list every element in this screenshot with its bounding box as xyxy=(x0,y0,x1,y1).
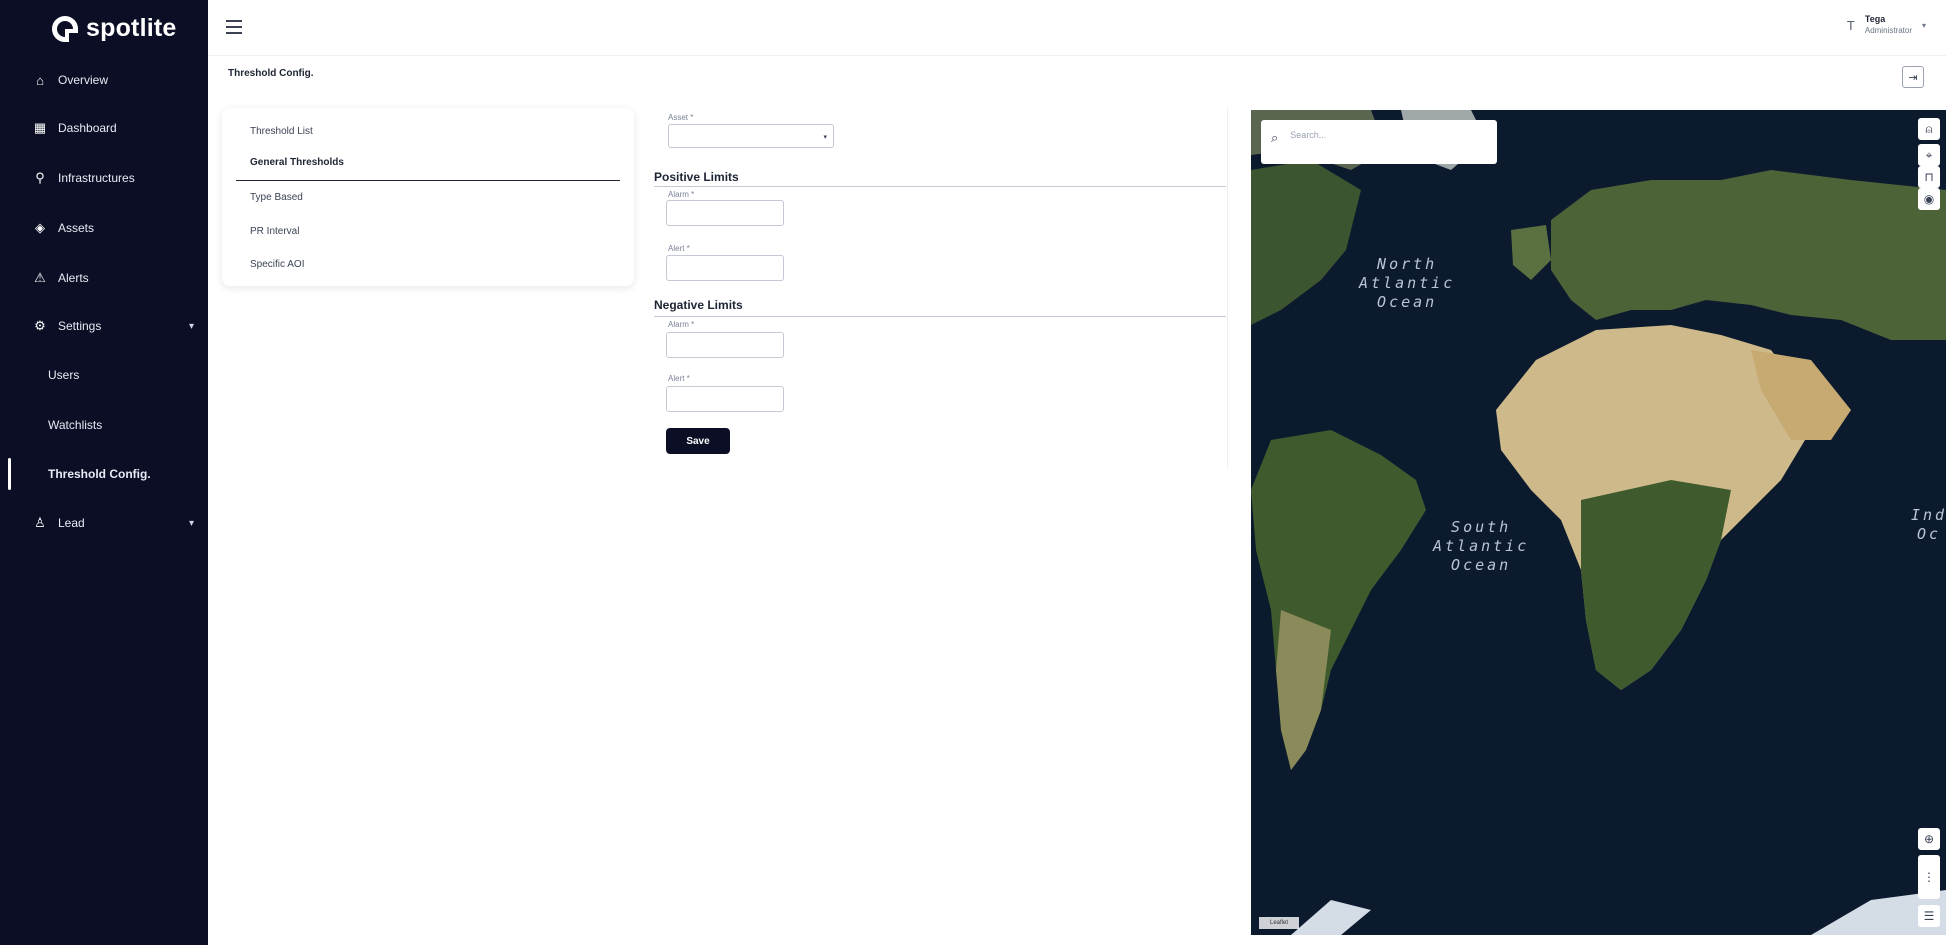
general-threshold-form: Asset * ▾ Positive Limits Alarm * Alert … xyxy=(652,108,1228,468)
network-icon: ⚲ xyxy=(35,170,45,185)
search-icon: ⌕ xyxy=(1271,130,1279,145)
sidebar-item-settings[interactable]: ⚙ Settings ▾ xyxy=(0,306,208,346)
sidebar-item-label: Lead xyxy=(58,516,85,530)
user-avatar: T xyxy=(1846,17,1855,33)
chevron-down-icon: ▾ xyxy=(1921,20,1926,30)
sidebar-item-label: Users xyxy=(48,368,80,382)
sidebar-item-users[interactable]: Users xyxy=(0,355,208,395)
sidebar-item-label: Overview xyxy=(58,73,109,87)
sidebar-item-assets[interactable]: ◈ Assets xyxy=(0,208,208,248)
bookmark-icon[interactable]: ⊓ xyxy=(1918,166,1940,188)
layers-icon[interactable]: ⊕ xyxy=(1918,828,1940,850)
sidebar-item-label: Settings xyxy=(58,319,102,333)
spotlite-logo-icon xyxy=(52,15,78,42)
sidebar-item-threshold-config[interactable]: Threshold Config. xyxy=(0,454,208,494)
zoom-control[interactable]: ⋮ xyxy=(1918,855,1940,899)
satellite-map[interactable]: ⌕ Search... ⍝ ⌖ ⊓ ◉ ⊕ ⋮ ☰ North Atlantic… xyxy=(1251,110,1946,935)
map-attribution[interactable]: Leaflet xyxy=(1259,917,1299,929)
sidebar-item-label: Watchlists xyxy=(48,418,103,432)
negative-alarm-input[interactable] xyxy=(666,332,784,358)
negative-limits-title: Negative Limits xyxy=(654,298,743,312)
threshold-tab-pr-interval[interactable]: PR Interval xyxy=(250,226,299,237)
sidebar-item-label: Infrastructures xyxy=(58,171,135,185)
chevron-down-icon: ▾ xyxy=(188,320,194,332)
sidebar-item-alerts[interactable]: ⚠ Alerts xyxy=(0,258,208,298)
ocean-label-indian: Ind Oc xyxy=(1911,506,1946,543)
sidebar-item-label: Dashboard xyxy=(58,121,117,135)
locate-crosshair-icon[interactable]: ⌖ xyxy=(1918,144,1940,166)
dropdown-arrow-icon: ▾ xyxy=(823,134,827,141)
positive-limits-title: Positive Limits xyxy=(654,170,739,184)
top-bar: T Tega Administrator ▾ xyxy=(208,0,1946,56)
save-button[interactable]: Save xyxy=(666,428,730,454)
collapse-panel-button[interactable]: ⇥ xyxy=(1902,66,1924,88)
sidebar-item-watchlists[interactable]: Watchlists xyxy=(0,405,208,445)
positive-alert-input[interactable] xyxy=(666,255,784,281)
warning-icon: ⚠ xyxy=(34,270,46,285)
threshold-tab-type-based[interactable]: Type Based xyxy=(250,192,303,203)
sidebar-item-lead[interactable]: ♙ Lead ▾ xyxy=(0,503,208,543)
negative-alert-label: Alert * xyxy=(668,374,690,383)
collapse-icon: ⇥ xyxy=(1908,71,1918,84)
user-role: Administrator xyxy=(1864,26,1912,35)
chevron-down-icon: ▾ xyxy=(188,517,194,529)
pin-icon[interactable]: ◉ xyxy=(1918,188,1940,210)
shield-icon: ◈ xyxy=(35,220,45,235)
map-search-box[interactable]: ⌕ Search... xyxy=(1261,120,1497,164)
sidebar-item-infrastructures[interactable]: ⚲ Infrastructures xyxy=(0,158,208,198)
sidebar-item-label: Assets xyxy=(58,221,95,235)
brand-name: spotlite xyxy=(86,14,177,42)
threshold-tab-general[interactable]: General Thresholds xyxy=(250,157,344,168)
divider xyxy=(654,316,1226,317)
asset-label: Asset * xyxy=(668,113,694,122)
sidebar: spotlite ⌂ Overview ▦ Dashboard ⚲ Infras… xyxy=(0,0,208,945)
positive-alert-label: Alert * xyxy=(668,244,690,253)
positive-alarm-input[interactable] xyxy=(666,200,784,226)
gear-icon: ⚙ xyxy=(34,318,46,333)
map-search-input[interactable]: Search... xyxy=(1290,130,1326,140)
divider xyxy=(654,186,1226,187)
sidebar-item-dashboard[interactable]: ▦ Dashboard xyxy=(0,108,208,148)
asset-select[interactable]: ▾ xyxy=(668,124,834,148)
map-terrain xyxy=(1251,110,1946,935)
sidebar-item-label: Threshold Config. xyxy=(48,467,151,481)
threshold-tab-list[interactable]: Threshold List xyxy=(250,126,313,137)
threshold-nav-card: Threshold List General Thresholds Type B… xyxy=(222,108,634,286)
threshold-tab-specific-aoi[interactable]: Specific AOI xyxy=(250,259,304,270)
negative-alert-input[interactable] xyxy=(666,386,784,412)
user-name: Tega xyxy=(1864,14,1886,24)
menu-toggle-icon[interactable] xyxy=(226,20,242,34)
sidebar-item-overview[interactable]: ⌂ Overview xyxy=(0,60,208,100)
ocean-label-south-atlantic: South Atlantic Ocean xyxy=(1433,518,1530,574)
user-menu[interactable]: T Tega Administrator ▾ xyxy=(1847,14,1926,36)
ocean-label-north-atlantic: North Atlantic Ocean xyxy=(1359,255,1456,311)
user-icon: ♙ xyxy=(34,515,46,530)
grid-icon: ▦ xyxy=(33,120,47,135)
positive-alarm-label: Alarm * xyxy=(668,190,695,199)
active-tab-underline xyxy=(236,180,620,181)
negative-alarm-label: Alarm * xyxy=(668,320,695,329)
home-icon: ⌂ xyxy=(36,72,44,88)
legend-icon[interactable]: ☰ xyxy=(1918,905,1940,927)
brand-logo[interactable]: spotlite xyxy=(52,14,177,43)
user-location-icon[interactable]: ⍝ xyxy=(1918,118,1940,140)
page-title: Threshold Config. xyxy=(228,68,314,79)
sidebar-item-label: Alerts xyxy=(58,271,89,285)
